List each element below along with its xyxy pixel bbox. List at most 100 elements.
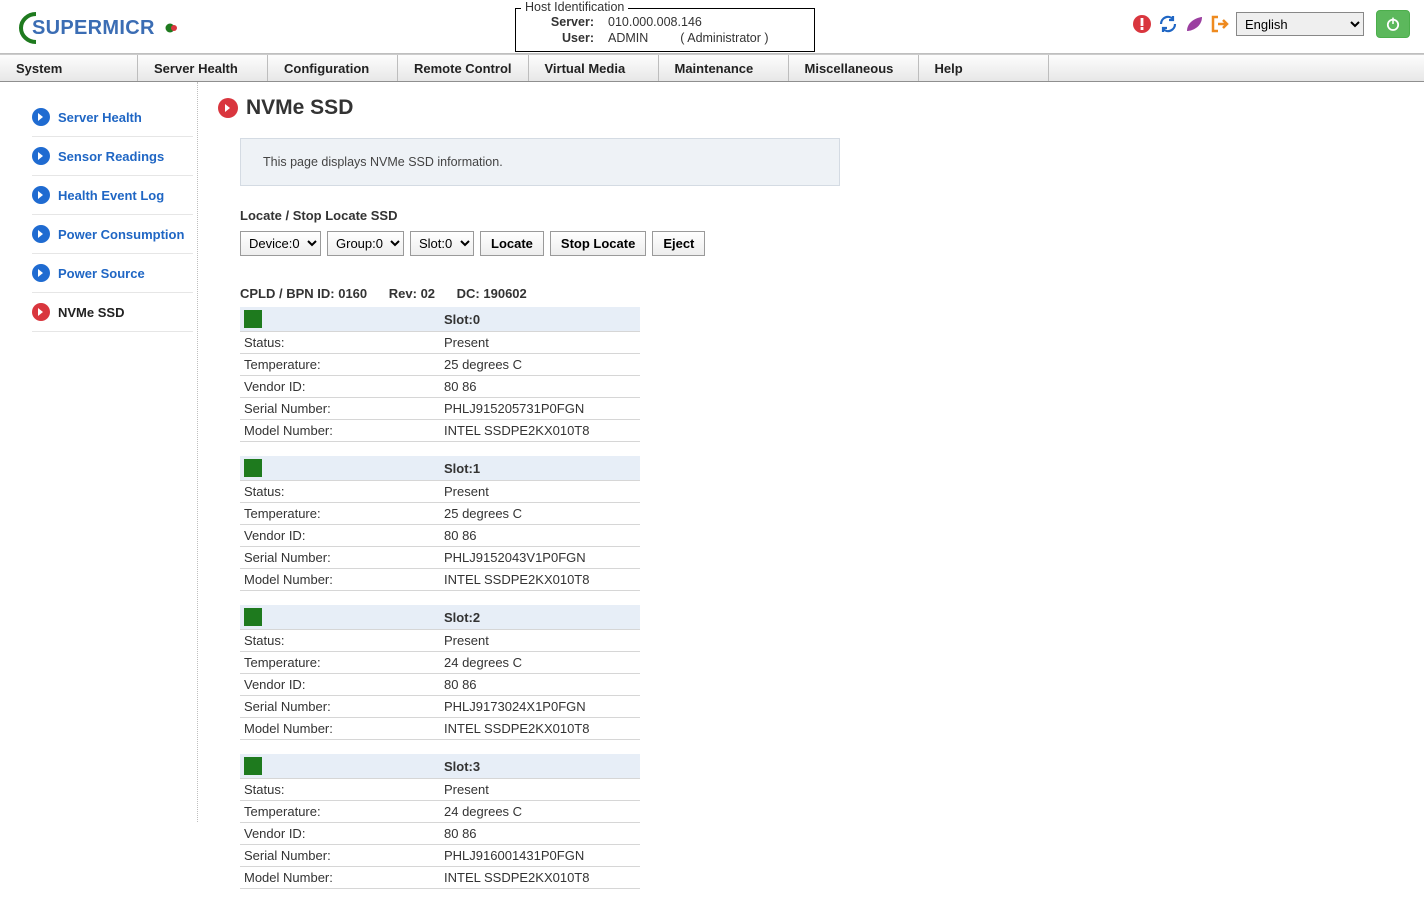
nav-help[interactable]: Help <box>919 55 1049 81</box>
field-value: 80 86 <box>440 674 640 696</box>
group-select[interactable]: Group:0 <box>327 231 404 256</box>
slot-select[interactable]: Slot:0 <box>410 231 474 256</box>
field-value: INTEL SSDPE2KX010T8 <box>440 569 640 591</box>
arrow-right-icon <box>32 225 50 243</box>
arrow-right-icon <box>32 108 50 126</box>
field-label: Temperature: <box>240 503 440 525</box>
nav-remote-control[interactable]: Remote Control <box>398 55 529 81</box>
nav-miscellaneous[interactable]: Miscellaneous <box>789 55 919 81</box>
sidebar-item-label: Health Event Log <box>58 188 164 203</box>
field-label: Temperature: <box>240 354 440 376</box>
field-label: Temperature: <box>240 652 440 674</box>
field-value: 24 degrees C <box>440 801 640 823</box>
field-label: Model Number: <box>240 867 440 889</box>
host-server-value: 010.000.008.146 <box>608 15 702 29</box>
alert-icon[interactable] <box>1132 14 1152 34</box>
field-value: PHLJ915205731P0FGN <box>440 398 640 420</box>
field-value: 24 degrees C <box>440 652 640 674</box>
status-indicator <box>244 608 262 626</box>
cpld-id: CPLD / BPN ID: 0160 <box>240 286 367 301</box>
topbar: SUPERMICR Host Identification Server: 01… <box>0 0 1424 54</box>
field-label: Status: <box>240 630 440 652</box>
svg-text:SUPERMICR: SUPERMICR <box>32 17 155 39</box>
field-value: 80 86 <box>440 823 640 845</box>
field-label: Serial Number: <box>240 696 440 718</box>
sidebar-item-health-event-log[interactable]: Health Event Log <box>32 176 193 215</box>
leaf-icon[interactable] <box>1184 14 1204 34</box>
sidebar-item-sensor-readings[interactable]: Sensor Readings <box>32 137 193 176</box>
host-role: ( Administrator ) <box>680 31 768 45</box>
slot-table: Slot:3 Status:Present Temperature:24 deg… <box>240 754 640 889</box>
field-value: PHLJ916001431P0FGN <box>440 845 640 867</box>
field-label: Temperature: <box>240 801 440 823</box>
field-value: Present <box>440 481 640 503</box>
field-label: Serial Number: <box>240 845 440 867</box>
sidebar-item-power-source[interactable]: Power Source <box>32 254 193 293</box>
top-actions: English <box>1132 10 1410 38</box>
arrow-right-icon <box>32 186 50 204</box>
eject-button[interactable]: Eject <box>652 231 705 256</box>
field-label: Model Number: <box>240 420 440 442</box>
slot-id: Slot:3 <box>440 754 640 779</box>
arrow-right-icon <box>32 303 50 321</box>
slot-id: Slot:2 <box>440 605 640 630</box>
field-label: Vendor ID: <box>240 376 440 398</box>
cpld-dc: DC: 190602 <box>457 286 527 301</box>
nav-maintenance[interactable]: Maintenance <box>659 55 789 81</box>
field-label: Status: <box>240 779 440 801</box>
cpld-info: CPLD / BPN ID: 0160 Rev: 02 DC: 190602 <box>240 286 1424 301</box>
field-value: Present <box>440 630 640 652</box>
logout-icon[interactable] <box>1210 14 1230 34</box>
field-label: Status: <box>240 481 440 503</box>
sidebar-item-label: Power Source <box>58 266 145 281</box>
host-user-label: User: <box>532 31 594 45</box>
nav-configuration[interactable]: Configuration <box>268 55 398 81</box>
power-button[interactable] <box>1376 10 1410 38</box>
field-label: Model Number: <box>240 569 440 591</box>
device-select[interactable]: Device:0 <box>240 231 321 256</box>
refresh-icon[interactable] <box>1158 14 1178 34</box>
nav-virtual-media[interactable]: Virtual Media <box>529 55 659 81</box>
field-label: Vendor ID: <box>240 674 440 696</box>
sidebar-item-server-health[interactable]: Server Health <box>32 98 193 137</box>
sidebar: Server Health Sensor Readings Health Eve… <box>0 82 198 822</box>
host-identification: Host Identification Server: 010.000.008.… <box>515 4 815 52</box>
field-value: Present <box>440 779 640 801</box>
field-label: Vendor ID: <box>240 823 440 845</box>
status-indicator <box>244 757 262 775</box>
sidebar-item-label: Power Consumption <box>58 227 184 242</box>
host-user-value: ADMIN <box>608 31 648 45</box>
locate-controls: Device:0 Group:0 Slot:0 Locate Stop Loca… <box>240 231 1424 256</box>
nav-server-health[interactable]: Server Health <box>138 55 268 81</box>
arrow-right-icon <box>32 147 50 165</box>
status-indicator <box>244 459 262 477</box>
stop-locate-button[interactable]: Stop Locate <box>550 231 646 256</box>
field-label: Model Number: <box>240 718 440 740</box>
host-id-legend: Host Identification <box>521 0 628 14</box>
field-label: Status: <box>240 332 440 354</box>
arrow-right-icon <box>218 98 238 118</box>
slot-id: Slot:1 <box>440 456 640 481</box>
field-value: PHLJ9152043V1P0FGN <box>440 547 640 569</box>
field-value: Present <box>440 332 640 354</box>
language-select[interactable]: English <box>1236 12 1364 36</box>
sidebar-item-label: Server Health <box>58 110 142 125</box>
info-box: This page displays NVMe SSD information. <box>240 138 840 186</box>
field-value: PHLJ9173024X1P0FGN <box>440 696 640 718</box>
field-value: 25 degrees C <box>440 503 640 525</box>
sidebar-item-nvme-ssd[interactable]: NVMe SSD <box>32 293 193 332</box>
field-value: INTEL SSDPE2KX010T8 <box>440 420 640 442</box>
field-value: 25 degrees C <box>440 354 640 376</box>
slot-id: Slot:0 <box>440 307 640 332</box>
field-label: Serial Number: <box>240 398 440 420</box>
arrow-right-icon <box>32 264 50 282</box>
field-value: 80 86 <box>440 525 640 547</box>
sidebar-item-label: NVMe SSD <box>58 305 124 320</box>
slot-list: Slot:0 Status:Present Temperature:25 deg… <box>218 307 1424 889</box>
sidebar-item-label: Sensor Readings <box>58 149 164 164</box>
nav-system[interactable]: System <box>0 55 138 81</box>
field-label: Vendor ID: <box>240 525 440 547</box>
page-title: NVMe SSD <box>218 96 1424 120</box>
locate-button[interactable]: Locate <box>480 231 544 256</box>
sidebar-item-power-consumption[interactable]: Power Consumption <box>32 215 193 254</box>
